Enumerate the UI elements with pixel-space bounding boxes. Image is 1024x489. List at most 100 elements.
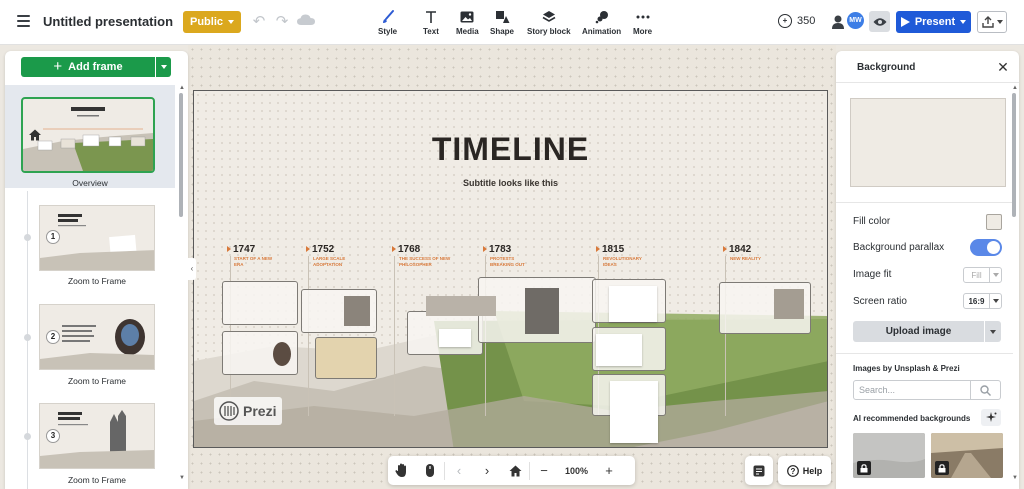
image-fit-select[interactable]: Fill (963, 267, 1002, 283)
collapse-panel-button[interactable]: ‹ (188, 258, 196, 280)
frame-number: 3 (46, 429, 60, 443)
canvas-controls: ‹ › − 100% + (388, 456, 635, 485)
menu-icon[interactable] (17, 15, 30, 28)
divider (836, 202, 1013, 203)
tool-shape[interactable]: Shape (490, 8, 514, 40)
search-button[interactable] (971, 380, 1001, 400)
tool-media[interactable]: Media (456, 8, 479, 40)
layers-icon (542, 10, 556, 22)
frame-number: 1 (46, 230, 60, 244)
parallax-toggle[interactable] (970, 239, 1002, 256)
timeline-year[interactable]: 1768 (391, 244, 420, 255)
present-label: Present (914, 16, 956, 28)
present-button[interactable]: Present (896, 11, 971, 33)
overview-label: Overview (72, 178, 108, 188)
paper-note[interactable] (596, 334, 642, 366)
shape-icon (495, 10, 509, 23)
screen-ratio-select[interactable]: 16:9 (963, 293, 1002, 309)
tool-style[interactable]: Style (378, 8, 397, 40)
overview-thumbnail[interactable] (21, 97, 155, 173)
add-frame-dropdown[interactable] (156, 57, 171, 77)
avatar[interactable]: MW (847, 12, 864, 29)
timeline-year[interactable]: 1752 (305, 244, 334, 255)
undo-icon[interactable]: ↶ (250, 13, 268, 31)
chevron-down-icon (160, 65, 167, 69)
timeline-event: START OF A NEW ERA (234, 256, 273, 267)
eye-icon (873, 17, 886, 26)
panel-header: Background ✕ (836, 51, 1019, 83)
timeline-year[interactable]: 1842 (722, 244, 751, 255)
overview-preview (23, 107, 153, 171)
slide-title[interactable]: TIMELINE (194, 131, 827, 168)
notes-button[interactable] (745, 456, 773, 485)
tool-shape-label: Shape (490, 27, 515, 36)
scrollbar[interactable] (1012, 93, 1016, 217)
panel-title: Background (857, 62, 916, 73)
tool-more[interactable]: More (633, 8, 652, 40)
tool-text[interactable]: Text (423, 8, 439, 40)
frames-panel: + Add frame Overview 1 Zoom to Frame 2 Z… (5, 51, 188, 489)
chevron-left-icon[interactable]: ‹ (445, 456, 473, 485)
help-button[interactable]: ? Help (778, 456, 831, 485)
zoom-out-icon[interactable]: − (530, 456, 558, 485)
add-frame-button[interactable]: + Add frame (21, 57, 155, 77)
image-fit-label: Image fit (853, 269, 892, 280)
scroll-down-icon[interactable]: ▼ (179, 475, 185, 481)
city-image (426, 296, 496, 316)
toggle-knob (987, 241, 1000, 254)
presentation-overview[interactable]: TIMELINE Subtitle looks like this 1747 S… (193, 90, 828, 448)
building-image (344, 296, 370, 326)
prezi-logo: Prezi (214, 397, 282, 425)
image-fit-value: Fill (971, 270, 982, 280)
preview-button[interactable] (869, 11, 890, 32)
scroll-up-icon[interactable]: ▲ (179, 85, 185, 91)
chevron-right-icon[interactable]: › (473, 456, 501, 485)
upload-dropdown[interactable] (985, 321, 1001, 342)
background-option[interactable] (853, 433, 925, 478)
chevron-down-icon (228, 20, 234, 24)
image-search-input[interactable]: Search... (853, 380, 971, 400)
slide-subtitle[interactable]: Subtitle looks like this (194, 178, 827, 188)
share-button[interactable] (977, 11, 1007, 33)
ai-generate-button[interactable] (981, 409, 1001, 426)
home-icon[interactable] (501, 456, 529, 485)
tool-animation[interactable]: Animation (582, 8, 621, 40)
topic-frame[interactable] (222, 281, 298, 325)
mouse-icon[interactable] (416, 456, 444, 485)
background-option[interactable] (931, 433, 1003, 478)
text-icon (425, 10, 436, 23)
tool-story-block[interactable]: Story block (527, 8, 571, 40)
plus-icon: + (53, 58, 63, 75)
map-frame[interactable] (315, 337, 377, 379)
upload-image-button[interactable]: Upload image (853, 321, 984, 342)
chevron-down-icon (990, 329, 996, 334)
redo-icon[interactable]: ↷ (273, 13, 291, 31)
hand-icon[interactable] (388, 456, 416, 485)
fill-color-swatch[interactable] (986, 214, 1002, 230)
tool-text-label: Text (423, 27, 439, 36)
timeline-year[interactable]: 1747 (226, 244, 255, 255)
paper-note[interactable] (439, 329, 471, 347)
scroll-down-icon[interactable]: ▼ (1012, 475, 1018, 481)
document-title[interactable]: Untitled presentation (43, 14, 173, 29)
timeline-line (394, 256, 395, 416)
timeline-event: THE SUCCESS OF NEW PHILOSOPHER (399, 256, 451, 267)
public-button[interactable]: Public (183, 11, 241, 33)
zoom-in-icon[interactable]: + (595, 456, 623, 485)
tool-media-label: Media (456, 27, 479, 36)
paper-note[interactable] (609, 286, 657, 322)
svg-text:?: ? (790, 467, 795, 476)
frame-label: Zoom to Frame (67, 475, 127, 485)
scroll-up-icon[interactable]: ▲ (1012, 85, 1018, 91)
lock-icon (857, 461, 871, 475)
more-icon (636, 15, 650, 18)
timeline-year[interactable]: 1815 (595, 244, 624, 255)
prezi-logo-icon (219, 401, 239, 421)
paper-note[interactable] (610, 381, 658, 443)
scrollbar[interactable] (179, 93, 183, 217)
background-panel: Background ✕ Fill color Background paral… (836, 51, 1019, 489)
close-icon[interactable]: ✕ (995, 59, 1011, 75)
timeline-year[interactable]: 1783 (482, 244, 511, 255)
credits-counter[interactable]: + 350 (778, 14, 815, 28)
tool-style-label: Style (378, 27, 398, 36)
